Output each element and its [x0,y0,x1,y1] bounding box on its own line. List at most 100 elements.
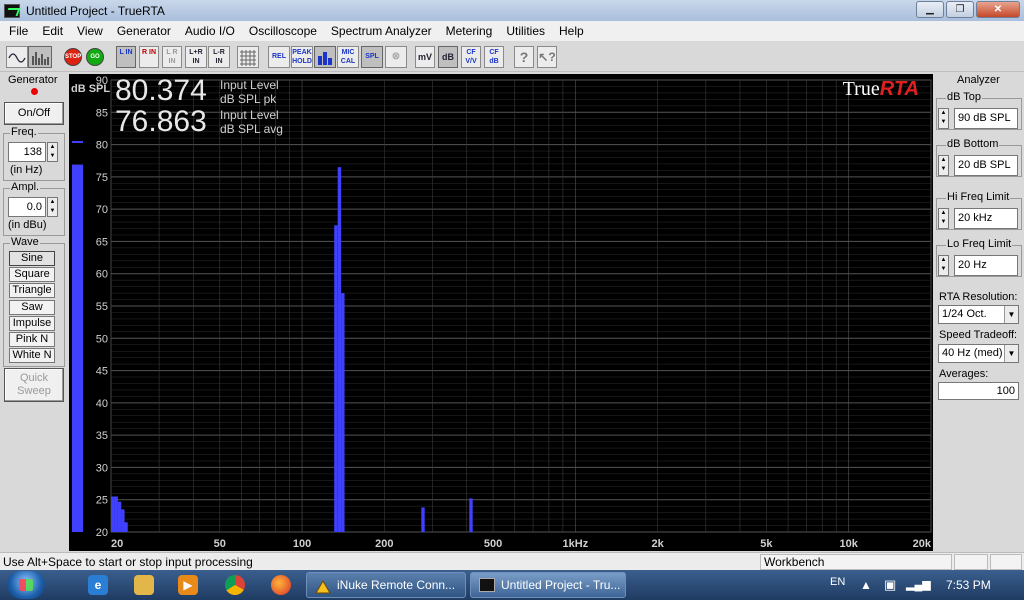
lo-freq-field[interactable]: 20 Hz [954,255,1018,276]
y-tick-label: 85 [96,107,108,119]
peak-level-value: 80.374 [115,74,207,107]
generator-title: Generator [7,74,59,86]
stop-button[interactable]: STOP [64,48,82,66]
device-icon[interactable]: ▣ [884,570,896,600]
menu-utilities[interactable]: Utilities [499,21,552,41]
avg-level-value: 76.863 [115,105,207,138]
show-hidden-icons-icon[interactable]: ▲ [860,570,872,600]
spectrum-bar [111,496,115,532]
spectrum-mode-icon[interactable] [28,46,52,68]
wave-label: Wave [10,236,40,248]
freq-spinner[interactable]: ▲ ▼ [47,142,58,162]
ampl-spinner[interactable]: ▲ ▼ [47,197,58,217]
l-plus-r-in-button[interactable]: L+R IN [185,46,207,68]
chevron-down-icon[interactable]: ▼ [1004,306,1018,323]
start-button[interactable] [7,571,45,599]
rta-resolution-select[interactable]: 1/24 Oct. ▼ [938,305,1019,324]
mv-button[interactable]: mV [415,46,435,68]
y-axis-label: dB SPL [71,83,110,95]
generator-panel: Generator On/Off Freq. 138 ▲ ▼ (in Hz) Am… [0,72,68,550]
x-tick-label: 1kHz [563,538,589,550]
task-inuke-remote[interactable]: iNuke Remote Conn... [306,572,466,598]
lo-freq-label: Lo Freq Limit [946,238,1013,250]
clock[interactable]: 7:53 PM [946,570,991,600]
db-button[interactable]: dB [438,46,458,68]
db-bottom-field[interactable]: 20 dB SPL [954,155,1018,176]
oscilloscope-mode-icon[interactable] [6,46,28,68]
rel-button[interactable]: REL [268,46,290,68]
menu-oscilloscope[interactable]: Oscilloscope [242,21,324,41]
help-icon[interactable]: ? [514,46,534,68]
y-tick-label: 20 [96,527,108,539]
db-top-spinner[interactable]: ▲ ▼ [938,108,949,129]
minimize-button[interactable]: ▁ [916,1,944,18]
context-help-icon[interactable]: ↖? [537,46,557,68]
wave-pink-noise-button[interactable]: Pink N [9,332,55,347]
menu-spectrum-analyzer[interactable]: Spectrum Analyzer [324,21,439,41]
menu-audio-io[interactable]: Audio I/O [178,21,242,41]
chrome-icon[interactable] [225,575,245,595]
task-truerta[interactable]: Untitled Project - Tru... [470,572,626,598]
lo-freq-spinner[interactable]: ▲ ▼ [938,255,949,276]
menu-edit[interactable]: Edit [35,21,70,41]
go-button[interactable]: GO [86,48,104,66]
warning-icon [315,578,331,594]
wave-sine-button[interactable]: Sine [9,251,55,266]
wave-impulse-button[interactable]: Impulse [9,316,55,331]
internet-explorer-icon[interactable]: e [88,575,108,595]
mic-cal-button[interactable]: MIC CAL [337,46,359,68]
quick-sweep-button[interactable]: Quick Sweep [4,368,64,402]
brand-rta: RTA [879,78,919,100]
spl-button[interactable]: SPL [361,46,383,68]
menu-view[interactable]: View [70,21,110,41]
averages-label: Averages: [938,368,990,380]
r-in-button[interactable]: R IN [139,46,159,68]
l-in-button[interactable]: L IN [116,46,136,68]
cf-vv-button[interactable]: CF V/V [461,46,481,68]
l-minus-r-in-button[interactable]: L-R IN [208,46,230,68]
truerta-app-icon[interactable] [4,3,20,18]
menu-generator[interactable]: Generator [110,21,178,41]
close-button[interactable]: ✕ [976,1,1020,18]
language-indicator[interactable]: EN [830,570,845,594]
peak-hold-button[interactable]: PEAK HOLD [291,46,313,68]
chevron-down-icon[interactable]: ▼ [1004,345,1018,362]
generator-on-off-button[interactable]: On/Off [4,102,64,125]
y-tick-label: 35 [96,430,108,442]
wave-saw-button[interactable]: Saw [9,300,55,315]
x-tick-label: 20k [913,538,932,550]
cancel-icon[interactable]: ⊗ [385,46,407,68]
wave-square-button[interactable]: Square [9,267,55,282]
taskbar: e ▶ iNuke Remote Conn... Untitled Projec… [0,570,1024,600]
speed-tradeoff-select[interactable]: 40 Hz (med) ▼ [938,344,1019,363]
peak-level-label-1: Input Level [220,78,279,92]
ampl-unit: (in dBu) [8,219,47,231]
lr-in-button[interactable]: L R IN [162,46,182,68]
file-explorer-icon[interactable] [134,575,154,595]
wave-triangle-button[interactable]: Triangle [9,283,55,298]
ampl-field[interactable]: 0.0 [8,197,46,217]
maximize-button[interactable]: ❐ [946,1,974,18]
grid-icon[interactable] [237,46,259,68]
firefox-icon[interactable] [271,575,291,595]
cf-db-button[interactable]: CF dB [484,46,504,68]
spectrum-chart[interactable]: 908580757065605550454035302520dB SPL20 50… [69,74,933,551]
freq-label: Freq. [10,126,38,138]
level-meter-bar [72,164,83,532]
y-tick-label: 40 [96,398,108,410]
menu-file[interactable]: File [2,21,35,41]
bar-graph-icon[interactable] [314,46,336,68]
status-bar: Use Alt+Space to start or stop input pro… [0,552,1024,570]
hi-freq-field[interactable]: 20 kHz [954,208,1018,229]
wave-white-noise-button[interactable]: White N [9,348,55,363]
media-player-icon[interactable]: ▶ [178,575,198,595]
db-top-field[interactable]: 90 dB SPL [954,108,1018,129]
spectrum-graph[interactable]: 90 85 80 75 70 65 60 55 50 45 40 35 30 25 20 dB SPL 20 50… [69,74,933,551]
averages-field[interactable]: 100 [938,382,1019,400]
freq-field[interactable]: 138 [8,142,46,162]
menu-help[interactable]: Help [552,21,591,41]
hi-freq-spinner[interactable]: ▲ ▼ [938,208,949,229]
db-bottom-spinner[interactable]: ▲ ▼ [938,155,949,176]
menu-metering[interactable]: Metering [439,21,500,41]
network-icon[interactable]: ▂▄▆ [906,570,931,600]
